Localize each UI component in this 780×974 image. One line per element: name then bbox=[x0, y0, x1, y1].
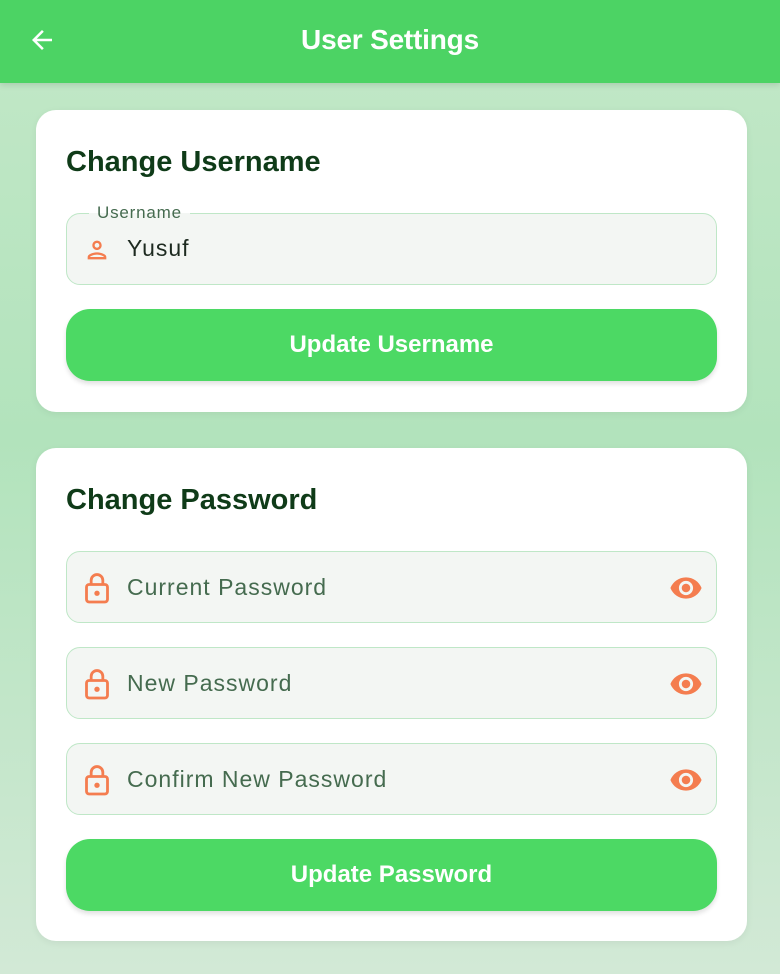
username-field-label: Username bbox=[89, 203, 190, 223]
change-username-title: Change Username bbox=[66, 146, 321, 178]
current-password-input[interactable]: Current Password bbox=[127, 574, 327, 601]
eye-icon[interactable] bbox=[668, 574, 704, 602]
change-password-title: Change Password bbox=[66, 484, 318, 516]
page-title: User Settings bbox=[301, 24, 479, 55]
eye-icon[interactable] bbox=[668, 766, 704, 794]
username-input[interactable]: Yusuf bbox=[127, 235, 190, 262]
confirm-password-field[interactable]: Confirm New Password bbox=[66, 743, 717, 815]
app-bar: User Settings bbox=[0, 0, 780, 83]
current-password-field[interactable]: Current Password bbox=[66, 551, 717, 623]
lock-icon bbox=[83, 668, 111, 700]
lock-icon bbox=[83, 572, 111, 604]
new-password-input[interactable]: New Password bbox=[127, 670, 292, 697]
eye-icon[interactable] bbox=[668, 670, 704, 698]
confirm-password-input[interactable]: Confirm New Password bbox=[127, 766, 387, 793]
change-password-card: Change Password Current Password New Pas… bbox=[36, 448, 747, 941]
change-username-card: Change Username Username Yusuf Update Us… bbox=[36, 110, 747, 412]
username-field[interactable]: Username Yusuf bbox=[66, 203, 717, 285]
update-username-button[interactable]: Update Username bbox=[66, 309, 717, 381]
new-password-field[interactable]: New Password bbox=[66, 647, 717, 719]
update-password-button[interactable]: Update Password bbox=[66, 839, 717, 911]
person-icon bbox=[83, 234, 111, 266]
lock-icon bbox=[83, 764, 111, 796]
